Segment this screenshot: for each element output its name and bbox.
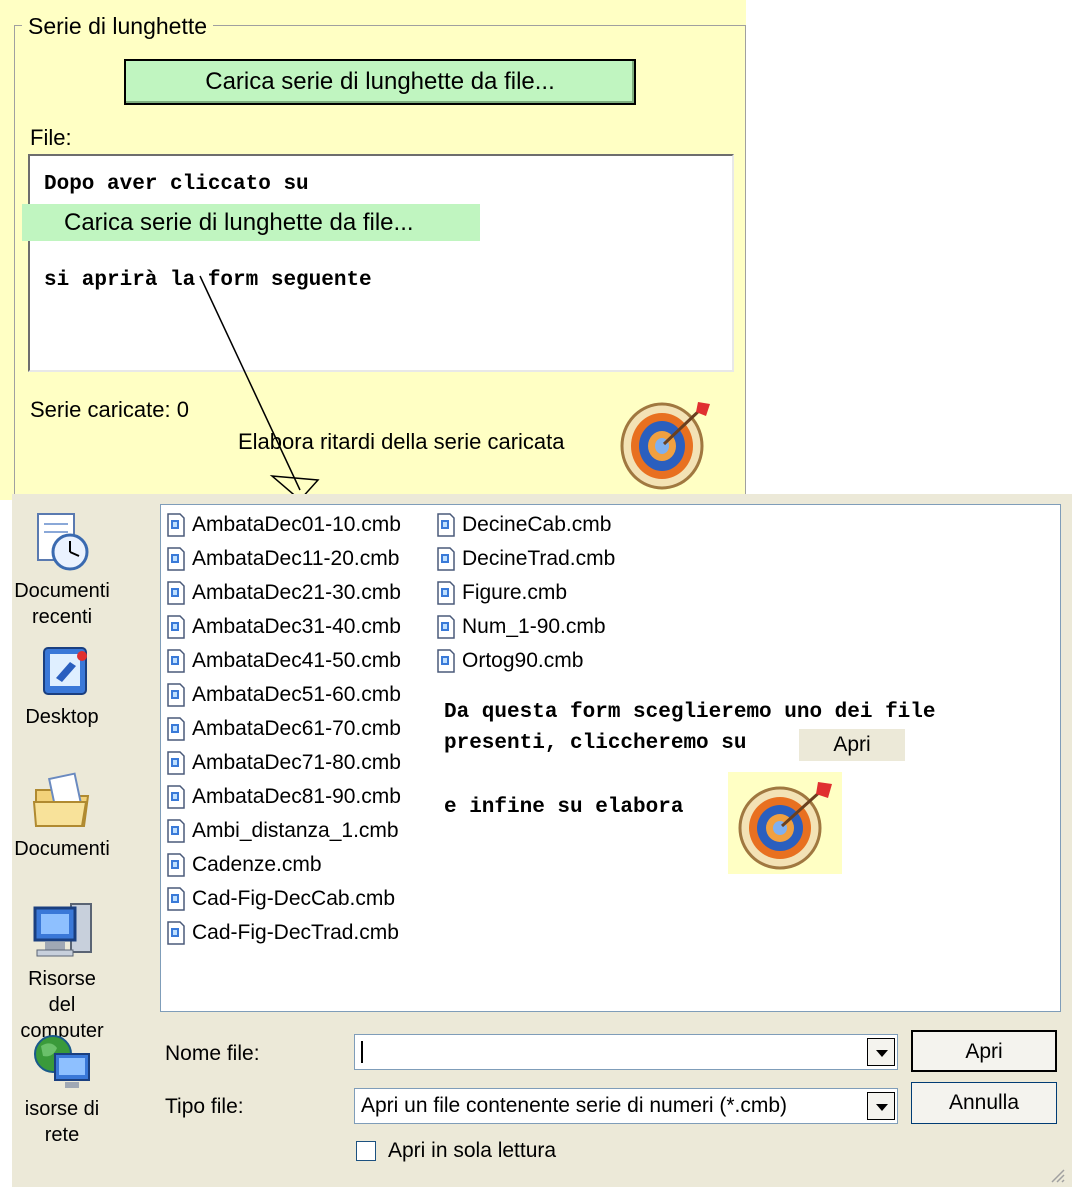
file-list-item[interactable]: AmbataDec31-40.cmb [166,610,401,644]
file-name-text: Num_1-90.cmb [462,615,606,638]
cmb-file-icon [167,785,185,809]
file-type-select[interactable]: Apri un file contenente serie di numeri … [354,1088,898,1124]
file-name-text: AmbataDec31-40.cmb [192,615,401,638]
file-list-item[interactable]: AmbataDec61-70.cmb [166,712,401,746]
cmb-file-icon [437,581,455,605]
readonly-label[interactable]: Apri in sola lettura [388,1137,556,1165]
cmb-file-icon [167,853,185,877]
file-name-text: Cadenze.cmb [192,853,322,876]
places-desktop[interactable]: Desktop [12,644,112,730]
file-list-item[interactable]: Figure.cmb [436,576,615,610]
file-name-input[interactable] [354,1034,898,1070]
note-line-2: si aprirà la form seguente [44,269,372,292]
cmb-file-icon [167,615,185,639]
file-name-text: Figure.cmb [462,581,568,604]
desktop-icon [43,647,87,695]
file-column-1: AmbataDec01-10.cmb AmbataDec11-20.cmb Amba… [166,508,401,950]
file-name-text: Cad-Fig-DecTrad.cmb [192,921,399,944]
target-dart-icon [728,772,842,874]
file-list-item[interactable]: AmbataDec21-30.cmb [166,576,401,610]
file-name-text: AmbataDec61-70.cmb [192,717,401,740]
file-name-dropdown-button[interactable] [867,1038,895,1066]
file-name-text: Ambi_distanza_1.cmb [192,819,399,842]
cmb-file-icon [167,751,185,775]
file-list-item[interactable]: DecineCab.cmb [436,508,615,542]
places-network[interactable]: isorse di rete [12,1032,112,1148]
note-line-1: Dopo aver cliccato su [44,173,309,196]
cmb-file-icon [437,513,455,537]
cmb-file-icon [167,683,185,707]
file-list-item[interactable]: Ambi_distanza_1.cmb [166,814,401,848]
file-name-text: DecineTrad.cmb [462,547,616,570]
places-recent-documents[interactable]: Documenti recenti [12,508,112,630]
file-name-text: AmbataDec51-60.cmb [192,683,401,706]
file-name-text: Cad-Fig-DecCab.cmb [192,887,396,910]
process-label: Elabora ritardi della serie caricata [238,429,565,454]
file-name-text: AmbataDec11-20.cmb [192,547,400,570]
cancel-button[interactable]: Annulla [911,1082,1057,1124]
places-documents[interactable]: Documenti [12,768,112,862]
cmb-file-icon [167,581,185,605]
file-name-text: AmbataDec71-80.cmb [192,751,401,774]
file-name-text: DecineCab.cmb [462,513,612,536]
target-dart-icon[interactable] [618,394,714,490]
resize-grip-icon[interactable] [1046,1164,1066,1184]
instruction-line-2: presenti, cliccheremo su [444,732,747,755]
file-name-text: AmbataDec81-90.cmb [192,785,401,808]
load-series-button[interactable]: Carica serie di lunghette da file... [124,59,636,105]
file-label: File: [30,125,72,150]
recent-documents-icon [37,513,89,571]
file-list-item[interactable]: Ortog90.cmb [436,644,615,678]
network-places-icon [34,1035,90,1088]
documents-folder-icon [32,772,90,827]
cmb-file-icon [437,649,455,673]
file-type-dropdown-button[interactable] [867,1092,895,1120]
file-name-text: AmbataDec01-10.cmb [192,513,401,536]
file-list-item[interactable]: AmbataDec11-20.cmb [166,542,401,576]
cmb-file-icon [167,547,185,571]
cmb-file-icon [167,513,185,537]
cmb-file-icon [437,547,455,571]
cmb-file-icon [167,717,185,741]
file-list-item[interactable]: Cad-Fig-DecCab.cmb [166,882,401,916]
file-list-item[interactable]: Cad-Fig-DecTrad.cmb [166,916,401,950]
open-button[interactable]: Apri [911,1030,1057,1072]
instruction-line-3: e infine su elabora [444,796,684,819]
file-type-label: Tipo file: [165,1095,244,1118]
file-name-text: AmbataDec21-30.cmb [192,581,401,604]
apri-button-copy: Apri [799,729,905,761]
file-list-item[interactable]: DecineTrad.cmb [436,542,615,576]
file-list-item[interactable]: AmbataDec01-10.cmb [166,508,401,542]
cmb-file-icon [167,819,185,843]
file-list-item[interactable]: AmbataDec71-80.cmb [166,746,401,780]
text-caret [361,1041,363,1063]
cmb-file-icon [167,887,185,911]
file-name-label: Nome file: [165,1042,260,1065]
file-name-text: Ortog90.cmb [462,649,584,672]
note-highlight-button-copy: Carica serie di lunghette da file... [22,204,480,241]
cmb-file-icon [167,921,185,945]
file-list-item[interactable]: AmbataDec51-60.cmb [166,678,401,712]
instruction-line-1: Da questa form sceglieremo uno dei file [444,701,936,724]
readonly-checkbox[interactable] [356,1141,376,1161]
file-list-item[interactable]: Num_1-90.cmb [436,610,615,644]
places-my-computer[interactable]: Risorse del computer [12,898,112,1044]
group-box-title: Serie di lunghette [22,12,214,40]
cmb-file-icon [167,649,185,673]
file-column-2: DecineCab.cmb DecineTrad.cmb Figure.cmb Num… [436,508,615,678]
file-list-item[interactable]: AmbataDec81-90.cmb [166,780,401,814]
file-name-text: AmbataDec41-50.cmb [192,649,401,672]
file-list-item[interactable]: AmbataDec41-50.cmb [166,644,401,678]
cmb-file-icon [437,615,455,639]
my-computer-icon [33,903,92,957]
series-loaded-count: Serie caricate: 0 [30,397,189,422]
file-list-item[interactable]: Cadenze.cmb [166,848,401,882]
